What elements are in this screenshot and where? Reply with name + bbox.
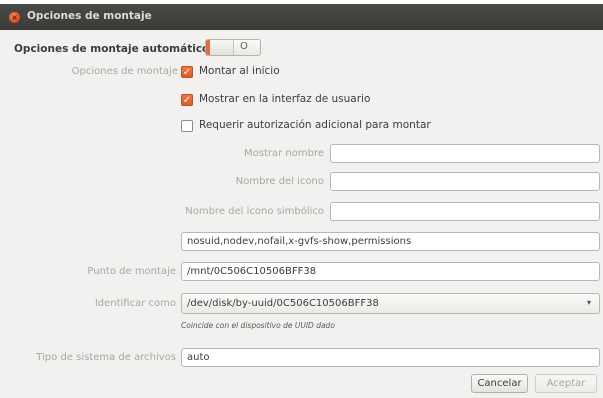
mount-options-input[interactable]: nosuid,nodev,nofail,x-gvfs-show,permissi…	[181, 232, 600, 251]
icon-name-input[interactable]	[330, 172, 600, 191]
cancel-button[interactable]: Cancelar	[471, 374, 528, 393]
icon-name-label: Nombre del icono	[235, 176, 324, 187]
symbolic-icon-name-input[interactable]	[330, 202, 600, 221]
identify-as-select[interactable]: /dev/disk/by-uuid/0C506C10506BFF38 ▾	[181, 293, 600, 314]
checkbox-label: Mostrar en la interfaz de usuario	[199, 93, 371, 105]
window-title: Opciones de montaje	[27, 10, 152, 22]
automatic-mount-heading: Opciones de montaje automático	[14, 43, 210, 55]
toggle-off-label: O	[240, 41, 248, 52]
toggle-knob	[206, 40, 234, 55]
checkbox-box[interactable]	[181, 120, 193, 132]
show-name-label: Mostrar nombre	[244, 148, 324, 159]
symbolic-icon-name-label: Nombre del icono simbólico	[185, 206, 324, 217]
checkbox-label: Requerir autorización adicional para mon…	[199, 119, 431, 131]
mount-point-input[interactable]: /mnt/0C506C10506BFF38	[181, 262, 600, 281]
chevron-down-icon: ▾	[586, 298, 591, 307]
check-icon[interactable]: ✓	[181, 66, 193, 78]
accept-button[interactable]: Aceptar	[535, 374, 597, 393]
automatic-mount-toggle[interactable]: O	[205, 39, 261, 56]
identify-as-value: /dev/disk/by-uuid/0C506C10506BFF38	[187, 298, 379, 309]
filesystem-type-input[interactable]: auto	[181, 348, 600, 367]
identify-as-hint: Coincide con el dispositivo de UUID dado	[181, 321, 335, 330]
checkbox-label: Montar al inicio	[199, 65, 280, 77]
titlebar: × Opciones de montaje	[0, 4, 603, 30]
mount-options-label: Opciones de montaje	[71, 66, 178, 77]
filesystem-type-label: Tipo de sistema de archivos	[36, 352, 176, 363]
mount-point-label: Punto de montaje	[87, 266, 176, 277]
show-name-input[interactable]	[330, 144, 600, 163]
close-icon[interactable]: ×	[9, 12, 20, 23]
toggle-accent	[206, 40, 210, 55]
mount-options-dialog: × Opciones de montaje Opciones de montaj…	[0, 0, 603, 398]
identify-as-label: Identificar como	[94, 298, 176, 309]
check-icon[interactable]: ✓	[181, 94, 193, 106]
